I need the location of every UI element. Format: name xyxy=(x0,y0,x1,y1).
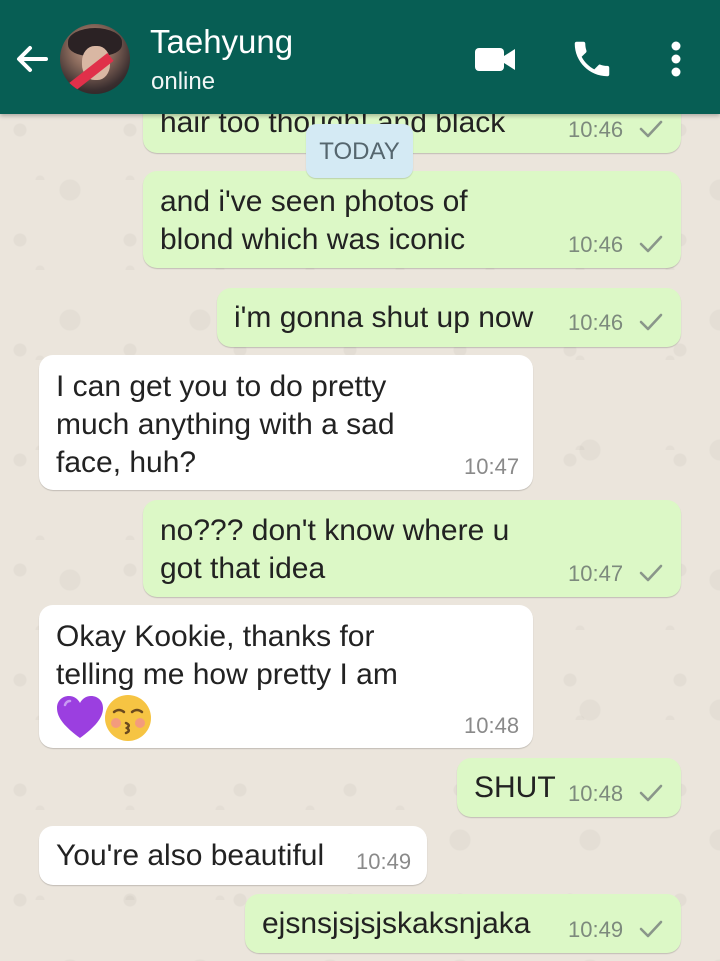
kissing-face-icon xyxy=(105,695,151,741)
message-time: 10:47 xyxy=(464,454,520,479)
video-call-button[interactable] xyxy=(472,36,518,82)
sent-check-icon xyxy=(639,120,663,138)
message-bubble-outgoing[interactable]: SHUT 10:48 xyxy=(457,758,681,817)
message-time: 10:49 xyxy=(568,917,624,942)
message-text: SHUT xyxy=(474,771,556,804)
more-options-button[interactable] xyxy=(653,36,699,82)
message-bubble-outgoing[interactable]: ejsnsjsjsjskaksnjaka 10:49 xyxy=(245,894,681,953)
back-button[interactable] xyxy=(10,37,54,81)
message-text: You're also beautiful xyxy=(56,839,325,872)
message-time: 10:48 xyxy=(464,713,520,738)
contact-status: online xyxy=(151,68,216,95)
purple-heart-icon xyxy=(57,696,103,738)
message-text: no??? don't know where u got that idea xyxy=(160,514,510,585)
message-time: 10:47 xyxy=(568,561,624,586)
message-time: 10:46 xyxy=(568,117,624,142)
sent-check-icon xyxy=(639,784,663,802)
message-time: 10:46 xyxy=(568,310,624,335)
message-time: 10:48 xyxy=(568,781,624,806)
message-text: i'm gonna shut up now xyxy=(234,301,534,334)
contact-name[interactable]: Taehyung xyxy=(150,22,293,62)
message-text: and i've seen photos of blond which was … xyxy=(160,185,468,256)
message-text: Okay Kookie, thanks for telling me how p… xyxy=(56,620,398,691)
message-bubble-incoming[interactable]: I can get you to do pretty much anything… xyxy=(39,355,533,490)
voice-call-button[interactable] xyxy=(569,36,615,82)
message-bubble-outgoing[interactable]: no??? don't know where u got that idea 1… xyxy=(143,500,681,597)
back-arrow-icon xyxy=(17,46,48,72)
more-vert-icon xyxy=(671,41,681,77)
message-bubble-incoming[interactable]: Okay Kookie, thanks for telling me how p… xyxy=(39,605,533,748)
chat-header: Taehyung online xyxy=(0,0,720,114)
phone-icon xyxy=(574,41,610,77)
sent-check-icon xyxy=(639,920,663,938)
date-divider: TODAY xyxy=(306,124,413,178)
sent-check-icon xyxy=(639,564,663,582)
message-text: I can get you to do pretty much anything… xyxy=(56,370,395,479)
message-text: ejsnsjsjsjskaksnjaka xyxy=(262,907,531,940)
sent-check-icon xyxy=(639,235,663,253)
message-time: 10:46 xyxy=(568,232,624,257)
message-time: 10:49 xyxy=(356,849,412,874)
date-divider-label: TODAY xyxy=(319,138,400,165)
contact-avatar[interactable] xyxy=(60,24,130,94)
message-bubble-incoming[interactable]: You're also beautiful 10:49 xyxy=(39,826,427,885)
sent-check-icon xyxy=(639,313,663,331)
message-bubble-outgoing[interactable]: and i've seen photos of blond which was … xyxy=(143,171,681,268)
video-call-icon xyxy=(475,48,515,71)
message-bubble-outgoing[interactable]: i'm gonna shut up now 10:46 xyxy=(217,288,681,347)
